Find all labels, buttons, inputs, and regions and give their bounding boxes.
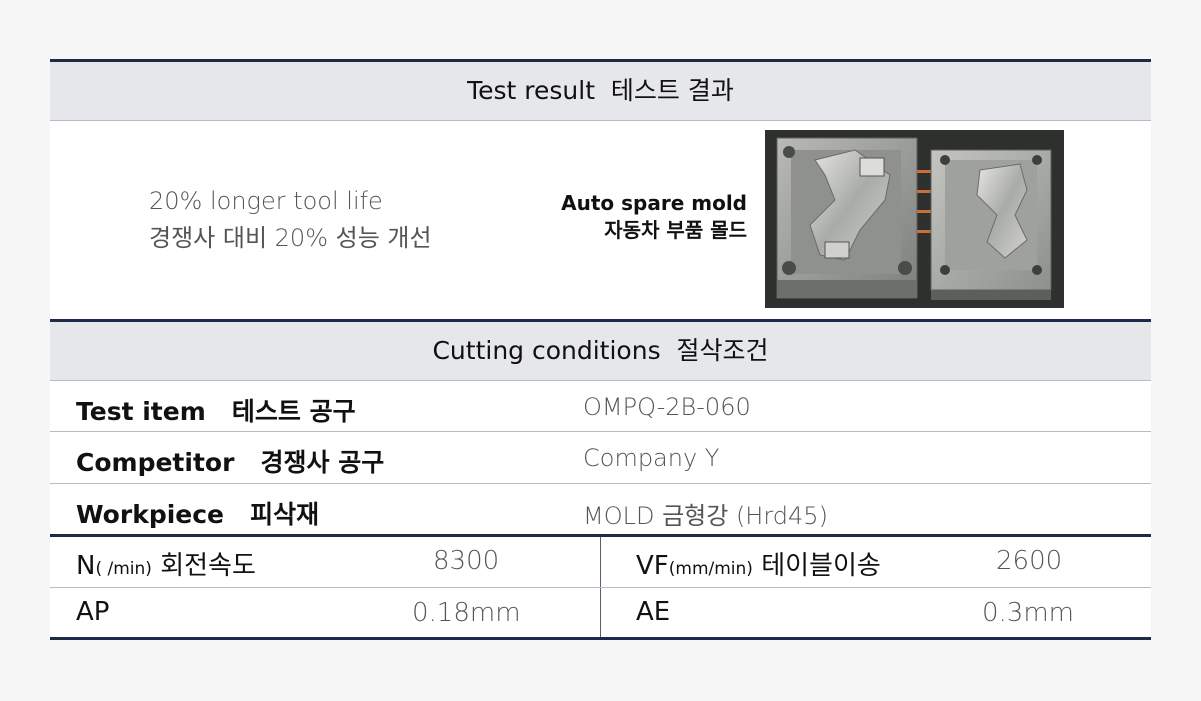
param-n-symbol: N	[76, 551, 96, 581]
test-result-header: Test result 테스트 결과	[50, 62, 1151, 120]
result-line-en: 20% longer tool life	[149, 187, 383, 215]
test-item-label-en: Test item	[76, 397, 206, 426]
test-result-card: Test result 테스트 결과 20% longer tool life …	[50, 59, 1151, 640]
param-vf-unit: (mm/min)	[668, 559, 753, 579]
result-summary: 20% longer tool life 경쟁사 대비 20% 성능 개선	[149, 183, 432, 257]
cutting-conditions-title-en: Cutting conditions	[432, 336, 661, 365]
row-test-item-label: Test item 테스트 공구	[76, 392, 356, 428]
workpiece-label-en: Workpiece	[76, 500, 225, 529]
row-divider	[50, 431, 1151, 432]
param-vf-name: 테이블이송	[761, 551, 881, 581]
test-item-value: OMPQ-2B-060	[583, 393, 751, 421]
param-n-label: N( /min) 회전속도	[76, 545, 256, 582]
param-ap-label: AP	[76, 597, 110, 627]
param-ae-value: 0.3mm	[982, 598, 1075, 628]
competitor-label-ko: 경쟁사 공구	[260, 448, 385, 477]
workpiece-value: MOLD 금형강 (Hrd45)	[583, 502, 828, 530]
test-result-title-ko: 테스트 결과	[610, 76, 734, 105]
test-result-title-en: Test result	[467, 76, 596, 105]
result-line-ko: 경쟁사 대비 20% 성능 개선	[149, 224, 432, 252]
cutting-conditions-title-ko: 절삭조건	[676, 336, 769, 365]
row-competitor-label: Competitor 경쟁사 공구	[76, 443, 384, 479]
mold-photo	[765, 130, 1064, 308]
params-row-divider	[50, 587, 1151, 588]
param-n-name: 회전속도	[160, 551, 256, 581]
test-item-label-ko: 테스트 공구	[231, 397, 356, 426]
part-label-en: Auto spare mold	[561, 191, 747, 215]
competitor-value: Company Y	[583, 444, 720, 472]
param-vf-value: 2600	[996, 546, 1063, 576]
conditions-divider	[50, 380, 1151, 381]
row-divider	[50, 483, 1151, 484]
cutting-conditions-header: Cutting conditions 절삭조건	[50, 322, 1151, 380]
header-divider	[50, 120, 1151, 121]
row-workpiece-label: Workpiece 피삭재	[76, 495, 319, 531]
part-label: Auto spare mold 자동차 부품 몰드	[561, 190, 747, 244]
param-ap-value: 0.18mm	[412, 598, 521, 628]
bottom-rule	[50, 637, 1151, 640]
param-ae-label: AE	[636, 597, 671, 627]
workpiece-label-ko: 피삭재	[250, 500, 320, 529]
part-label-ko: 자동차 부품 몰드	[604, 218, 747, 242]
param-n-value: 8300	[433, 546, 500, 576]
param-n-unit: ( /min)	[95, 559, 152, 579]
param-vf-symbol: VF	[636, 551, 669, 581]
param-vf-label: VF(mm/min) 테이블이송	[636, 545, 881, 582]
mold-illustration	[765, 130, 1064, 308]
competitor-label-en: Competitor	[76, 448, 235, 477]
